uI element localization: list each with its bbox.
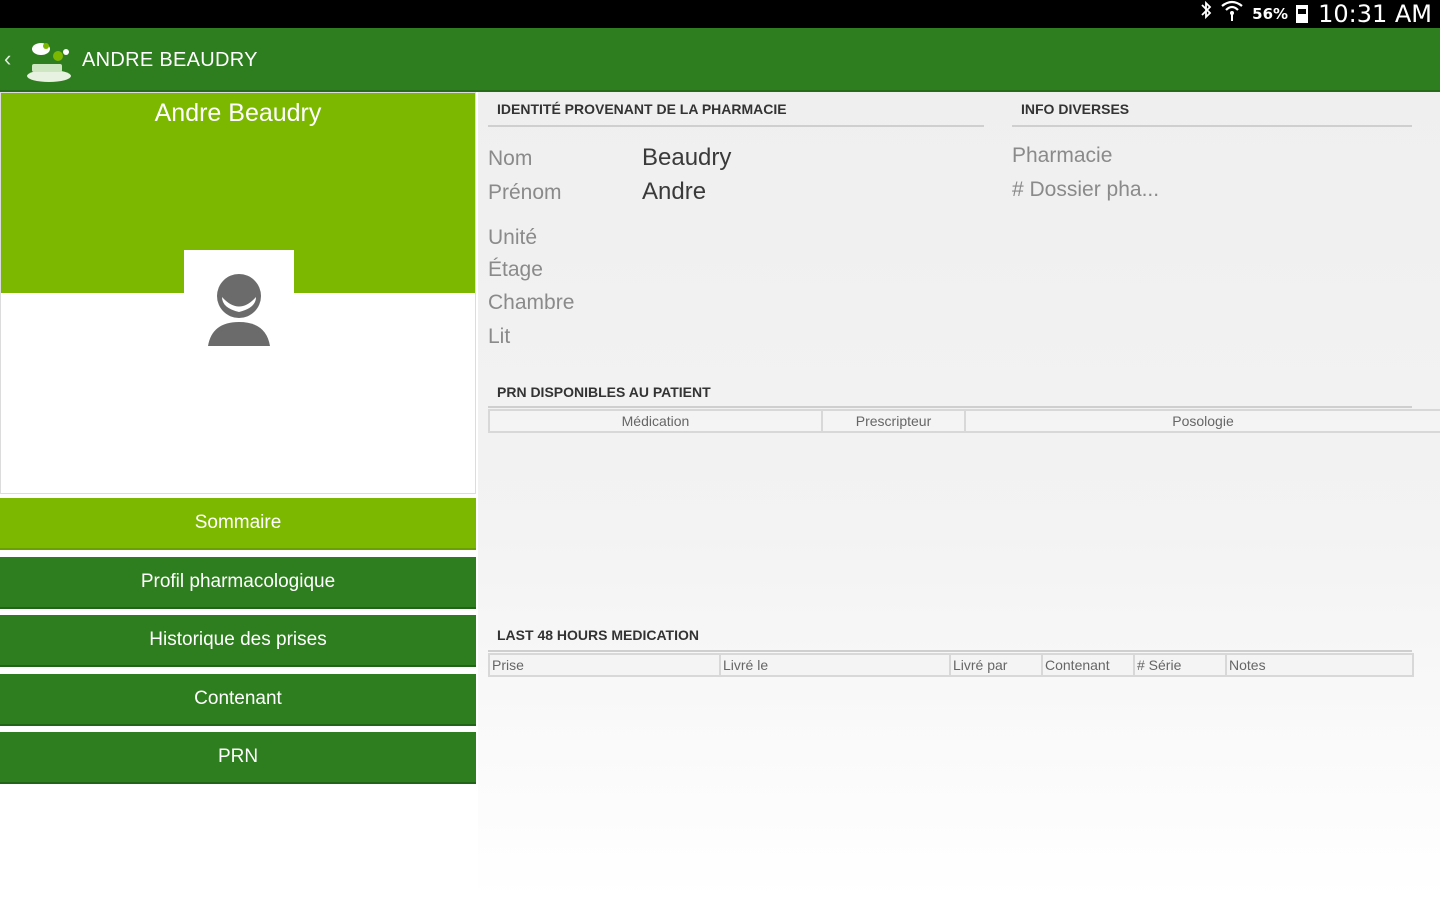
etage-label: Étage [488,258,543,281]
identity-divider [488,125,984,127]
last48-header: LAST 48 HOURS MEDICATION [497,627,699,643]
last48-col-contenant[interactable]: Contenant [1041,653,1135,677]
last48-col-serie[interactable]: # Série [1133,653,1227,677]
last48-col-livre-le[interactable]: Livré le [719,653,951,677]
nom-value: Beaudry [642,144,732,171]
patient-title: ANDRE BEAUDRY [82,49,258,71]
info-divider [1012,125,1412,127]
prn-header: PRN DISPONIBLES AU PATIENT [497,384,711,400]
bluetooth-icon [1200,0,1212,29]
unite-label: Unité [488,226,538,249]
back-arrow-icon[interactable]: ‹ [4,46,11,72]
clock: 10:31 AM [1318,0,1432,28]
prn-col-medication[interactable]: Médication [488,409,823,433]
status-bar: 56% 10:31 AM [0,0,1440,28]
dossier-label: # Dossier pha... [1012,178,1160,201]
nom-label: Nom [488,147,533,170]
nav-sommaire-button[interactable]: Sommaire [0,498,476,550]
last48-table: Prise Livré le Livré par Contenant # Sér… [488,653,1414,677]
last48-col-livre-par[interactable]: Livré par [949,653,1043,677]
profile-name: Andre Beaudry [154,99,322,127]
last48-col-notes[interactable]: Notes [1225,653,1414,677]
last48-col-prise[interactable]: Prise [488,653,721,677]
detail-panel: IDENTITÉ PROVENANT DE LA PHARMACIE Nom B… [478,92,1440,900]
battery-icon [1296,5,1309,23]
battery-percent: 56% [1252,5,1289,23]
identity-header: IDENTITÉ PROVENANT DE LA PHARMACIE [497,101,787,117]
person-icon [208,274,270,346]
prenom-label: Prénom [488,181,562,204]
prn-table-header-row: Médication Prescripteur Posologie [488,409,1440,433]
wifi-icon [1220,0,1244,30]
lit-label: Lit [488,325,511,348]
chambre-label: Chambre [488,291,575,314]
prenom-value: Andre [642,178,707,205]
info-header: INFO DIVERSES [1021,101,1130,117]
prn-table: Médication Prescripteur Posologie [488,409,1440,433]
left-panel: Andre Beaudry Sommaire Profil pharmacolo… [0,92,478,900]
profile-card: Andre Beaudry [0,92,476,494]
nav-profil-pharmacologique-button[interactable]: Profil pharmacologique [0,557,476,609]
prn-col-posologie[interactable]: Posologie [964,409,1440,433]
nav-historique-des-prises-button[interactable]: Historique des prises [0,615,476,667]
nav-contenant-button[interactable]: Contenant [0,674,476,726]
action-bar: ‹ ANDRE BEAUDRY [0,28,1440,92]
app-logo-icon[interactable] [24,36,74,84]
nav-prn-button[interactable]: PRN [0,732,476,784]
last48-divider [488,650,1412,652]
pharmacie-label: Pharmacie [1012,144,1113,167]
prn-divider [488,406,1412,408]
avatar[interactable] [184,250,294,350]
last48-table-header-row: Prise Livré le Livré par Contenant # Sér… [488,653,1414,677]
prn-col-prescripteur[interactable]: Prescripteur [821,409,966,433]
